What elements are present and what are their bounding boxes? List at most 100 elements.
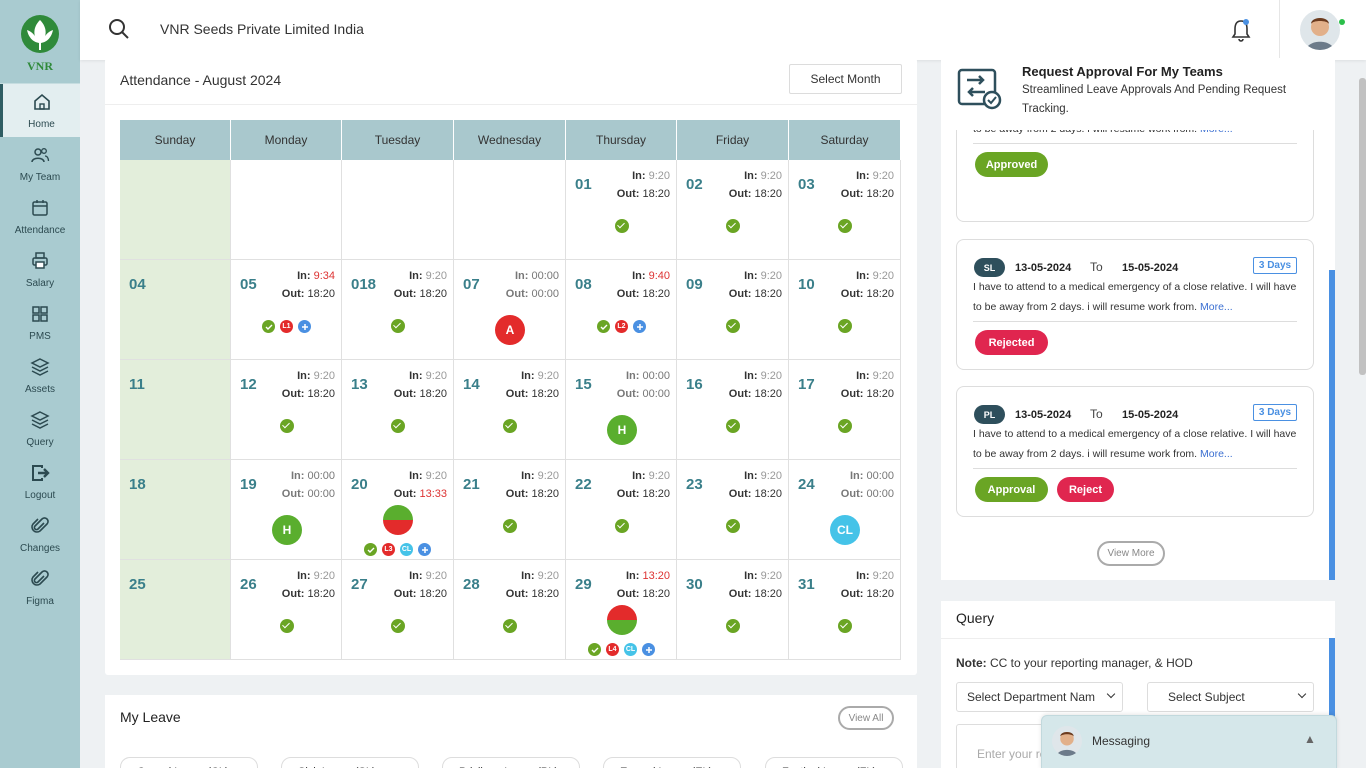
sidebar-item-figma[interactable]: Figma (0, 561, 80, 614)
department-select[interactable]: Select Department Nam (956, 682, 1123, 712)
calendar-day-03[interactable]: 03 In: 9:20 Out: 18:20 (789, 160, 901, 260)
out-value: 18:20 (642, 188, 670, 200)
calendar-day-15[interactable]: 15 In: 00:00 Out: 00:00 H (566, 360, 677, 460)
status-circle[interactable]: CL (830, 515, 860, 545)
calendar-day-12[interactable]: 12 In: 9:20 Out: 18:20 (231, 360, 342, 460)
check-icon[interactable] (364, 543, 377, 556)
calendar-day-14[interactable]: 14 In: 9:20 Out: 18:20 (454, 360, 566, 460)
sidebar-item-logout[interactable]: Logout (0, 455, 80, 508)
calendar-day-11[interactable]: 11 (120, 360, 231, 460)
calendar-day-29[interactable]: 29 In: 13:20 Out: 18:20 L4 CL (566, 560, 677, 660)
out-label: Out: (281, 588, 305, 600)
in-time: In: 9:20 (744, 170, 782, 182)
check-icon[interactable] (597, 320, 610, 333)
calendar-day-22[interactable]: 22 In: 9:20 Out: 18:20 (566, 460, 677, 560)
calendar-day-23[interactable]: 23 In: 9:20 Out: 18:20 (677, 460, 789, 560)
out-time: Out: 18:20 (841, 388, 894, 400)
calendar-day-21[interactable]: 21 In: 9:20 Out: 18:20 (454, 460, 566, 560)
leave-badge[interactable]: L3 (382, 543, 395, 556)
check-icon[interactable] (262, 320, 275, 333)
messaging-widget[interactable]: Messaging ▲ (1041, 715, 1337, 768)
half-day-circle[interactable] (383, 505, 413, 535)
page-scrollbar[interactable] (1359, 78, 1366, 375)
out-label: Out: (616, 388, 640, 400)
calendar-day-18[interactable]: 18 (120, 460, 231, 560)
calendar-day-07[interactable]: 07 In: 00:00 Out: 00:00 A (454, 260, 566, 360)
leave-badge[interactable]: L1 (280, 320, 293, 333)
day-number: 15 (575, 376, 592, 393)
sidebar-item-my-team[interactable]: My Team (0, 137, 80, 190)
calendar-day-31[interactable]: 31 In: 9:20 Out: 18:20 (789, 560, 901, 660)
note-label: Note: (956, 656, 987, 670)
calendar-day-04[interactable]: 04 (120, 260, 231, 360)
subject-select[interactable]: Select Subject (1147, 682, 1314, 712)
calendar-day-018[interactable]: 018 In: 9:20 Out: 18:20 (342, 260, 454, 360)
day-number: 17 (798, 376, 815, 393)
caret-up-icon[interactable]: ▲ (1304, 732, 1316, 746)
sidebar-item-query[interactable]: Query (0, 402, 80, 455)
plus-icon[interactable] (642, 643, 655, 656)
status-circle[interactable]: H (272, 515, 302, 545)
approved-button[interactable]: Approved (975, 152, 1048, 177)
calendar-day-09[interactable]: 09 In: 9:20 Out: 18:20 (677, 260, 789, 360)
leave-badge[interactable]: L2 (615, 320, 628, 333)
leave-badge[interactable]: CL (400, 543, 413, 556)
status-circle[interactable]: A (495, 315, 525, 345)
plus-icon[interactable] (633, 320, 646, 333)
calendar-day-28[interactable]: 28 In: 9:20 Out: 18:20 (454, 560, 566, 660)
approval-button[interactable]: Approval (975, 477, 1048, 502)
in-value: 9:20 (760, 470, 782, 482)
plus-icon[interactable] (298, 320, 311, 333)
out-time: Out: 18:20 (506, 588, 559, 600)
calendar-day-25[interactable]: 25 (120, 560, 231, 660)
calendar-day-27[interactable]: 27 In: 9:20 Out: 18:20 (342, 560, 454, 660)
leave-type-tab[interactable]: Festival Leave (FL) (765, 757, 903, 768)
calendar-day-02[interactable]: 02 In: 9:20 Out: 18:20 (677, 160, 789, 260)
leave-type-tab[interactable]: Privilege Leave (PL) (442, 757, 580, 768)
sidebar-item-home[interactable]: Home (0, 84, 80, 137)
plus-icon[interactable] (418, 543, 431, 556)
in-value: 9:20 (313, 370, 335, 382)
calendar-day-01[interactable]: 01 In: 9:20 Out: 18:20 (566, 160, 677, 260)
leave-type-tab[interactable]: Earned Leave (EL) (603, 757, 741, 768)
leave-badge[interactable]: CL (624, 643, 637, 656)
calendar-day-05[interactable]: 05 In: 9:34 Out: 18:20 L1 (231, 260, 342, 360)
reject-button[interactable]: Reject (1057, 477, 1114, 502)
calendar-day-20[interactable]: 20 In: 9:20 Out: 13:33 L3 CL (342, 460, 454, 560)
calendar-day-08[interactable]: 08 In: 9:40 Out: 18:20 L2 (566, 260, 677, 360)
calendar-day-24[interactable]: 24 In: 00:00 Out: 00:00 CL (789, 460, 901, 560)
sidebar-item-salary[interactable]: Salary (0, 243, 80, 296)
leave-request-card: PL 13-05-2024 To 15-05-2024 3 Days I have to … (956, 386, 1314, 517)
vnr-logo[interactable]: VNR (0, 0, 80, 84)
bell-icon[interactable] (1230, 18, 1252, 47)
sidebar-item-pms[interactable]: PMS (0, 296, 80, 349)
calendar-day-10[interactable]: 10 In: 9:20 Out: 18:20 (789, 260, 901, 360)
calendar-day-17[interactable]: 17 In: 9:20 Out: 18:20 (789, 360, 901, 460)
sidebar-item-changes[interactable]: Changes (0, 508, 80, 561)
status-circle[interactable]: H (607, 415, 637, 445)
sidebar-item-attendance[interactable]: Attendance (0, 190, 80, 243)
rejected-button[interactable]: Rejected (975, 330, 1048, 355)
check-icon[interactable] (588, 643, 601, 656)
leave-badge[interactable]: L4 (606, 643, 619, 656)
calendar-day-16[interactable]: 16 In: 9:20 Out: 18:20 (677, 360, 789, 460)
view-more-button[interactable]: View More (1097, 541, 1165, 566)
view-all-button[interactable]: View All (838, 706, 894, 730)
out-label: Out: (728, 588, 752, 600)
calendar-day-30[interactable]: 30 In: 9:20 Out: 18:20 (677, 560, 789, 660)
more-link[interactable]: More... (1200, 301, 1233, 313)
calendar-day-26[interactable]: 26 In: 9:20 Out: 18:20 (231, 560, 342, 660)
more-link[interactable]: More... (1200, 448, 1233, 460)
half-day-circle[interactable] (607, 605, 637, 635)
select-month-button[interactable]: Select Month (789, 64, 902, 94)
leave-type-tab[interactable]: Casual Leave (CL) (120, 757, 258, 768)
search-icon[interactable] (108, 18, 130, 45)
out-time: Out: 18:20 (729, 588, 782, 600)
calendar-day-13[interactable]: 13 In: 9:20 Out: 18:20 (342, 360, 454, 460)
leave-type-tab[interactable]: Sick Leave (SL) (281, 757, 419, 768)
sidebar-item-assets[interactable]: Assets (0, 349, 80, 402)
calendar-day-19[interactable]: 19 In: 00:00 Out: 00:00 H (231, 460, 342, 560)
user-avatar[interactable] (1300, 10, 1340, 50)
my-leave-card: My Leave View All Casual Leave (CL) Sick … (105, 695, 917, 768)
day-number: 13 (351, 376, 368, 393)
